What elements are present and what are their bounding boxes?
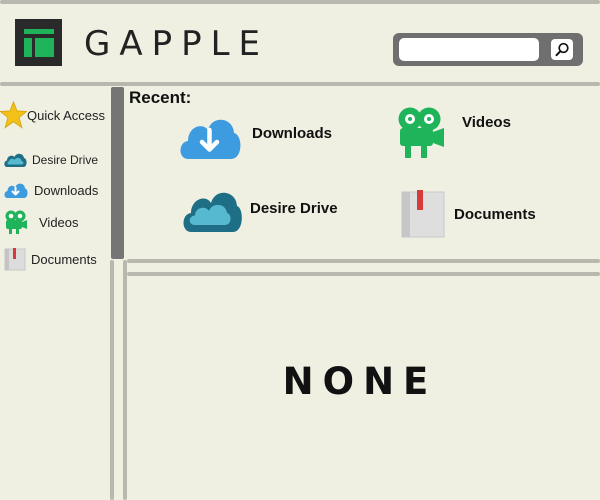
sidebar-item-quick-access[interactable]: Quick Access <box>0 101 105 129</box>
sidebar-divider-right <box>123 260 127 500</box>
video-camera-icon <box>5 210 27 234</box>
sidebar-item-desire-drive[interactable]: Desire Drive <box>3 151 98 168</box>
recent-item-downloads[interactable]: Downloads <box>177 112 332 160</box>
app-title: GAPPLE <box>84 24 270 64</box>
search-icon <box>555 42 569 57</box>
recent-item-videos[interactable]: Videos <box>397 106 511 160</box>
sidebar-item-downloads[interactable]: Downloads <box>3 181 98 199</box>
sidebar-divider-left <box>110 260 114 500</box>
search-input[interactable] <box>399 38 539 61</box>
cloud-icon <box>4 153 27 167</box>
sidebar-item-documents[interactable]: Documents <box>4 248 97 271</box>
recent-divider-upper <box>127 259 600 263</box>
sidebar-item-videos[interactable]: Videos <box>4 209 79 235</box>
recent-item-label: Desire Drive <box>250 200 338 217</box>
recent-divider-lower <box>127 272 600 276</box>
recent-heading: Recent: <box>129 88 192 107</box>
sidebar-item-label: Downloads <box>34 182 99 198</box>
sidebar-item-label: Desire Drive <box>32 152 99 167</box>
star-icon <box>0 101 27 129</box>
search-bar <box>393 33 583 66</box>
download-cloud-icon <box>180 119 241 159</box>
recent-item-label: Downloads <box>252 125 333 142</box>
app-logo <box>15 19 62 66</box>
recent-item-label: Videos <box>462 113 511 131</box>
recent-item-label: Documents <box>454 205 536 223</box>
empty-state-text: NONE <box>282 360 438 403</box>
video-camera-icon <box>398 107 444 158</box>
download-cloud-icon <box>4 183 28 198</box>
cloud-icon <box>183 192 242 232</box>
sidebar-item-label: Documents <box>31 252 97 267</box>
sidebar-item-label: Videos <box>39 214 79 230</box>
search-button[interactable] <box>551 39 573 60</box>
header-divider <box>0 82 600 86</box>
sidebar-scrollbar[interactable] <box>111 87 124 259</box>
recent-item-desire-drive[interactable]: Desire Drive <box>181 186 338 233</box>
top-border <box>0 0 600 4</box>
sidebar-item-label: Quick Access <box>27 107 106 123</box>
document-icon <box>4 248 26 271</box>
recent-item-documents[interactable]: Documents <box>401 190 536 238</box>
document-icon <box>401 190 445 238</box>
